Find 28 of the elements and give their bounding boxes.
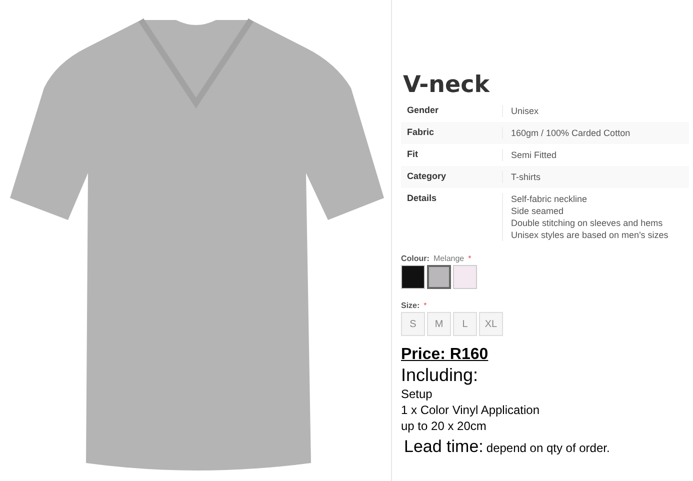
spec-value: 160gm / 100% Carded Cotton — [510, 127, 630, 139]
size-label: Size: — [401, 301, 420, 310]
size-option[interactable]: M — [427, 312, 451, 336]
required-mark: * — [424, 301, 427, 310]
colour-swatch[interactable] — [427, 265, 451, 289]
spec-label: Category — [401, 171, 503, 183]
spec-label: Gender — [401, 105, 503, 117]
size-option[interactable]: XL — [479, 312, 503, 336]
size-option[interactable]: L — [453, 312, 477, 336]
lead-time-label: Lead time: — [404, 437, 484, 456]
inclusion-line: 1 x Color Vinyl Application — [401, 402, 541, 418]
colour-value: Melange — [433, 254, 464, 263]
lead-time-value: depend on qty of order. — [486, 441, 610, 455]
required-mark: * — [468, 254, 472, 263]
size-option[interactable]: S — [401, 312, 425, 336]
inclusion-line: Setup — [401, 386, 434, 402]
spec-label: Fit — [401, 149, 503, 161]
colour-label: Colour: — [401, 254, 430, 263]
inclusion-line: up to 20 x 20cm — [401, 418, 488, 434]
including-heading: Including: — [401, 365, 480, 386]
spec-label: Fabric — [401, 127, 503, 139]
spec-value: T-shirts — [510, 171, 541, 183]
product-title: V-neck — [403, 72, 491, 98]
spec-label: Details — [401, 193, 503, 241]
spec-value: Unisex — [510, 105, 539, 117]
spec-value: Semi Fitted — [510, 149, 557, 161]
price: Price: R160 — [401, 346, 490, 364]
spec-value: Self-fabric neckline Side seamed Double stitching on sleeves and hems Unisex styles are based on men's sizes — [510, 193, 668, 241]
